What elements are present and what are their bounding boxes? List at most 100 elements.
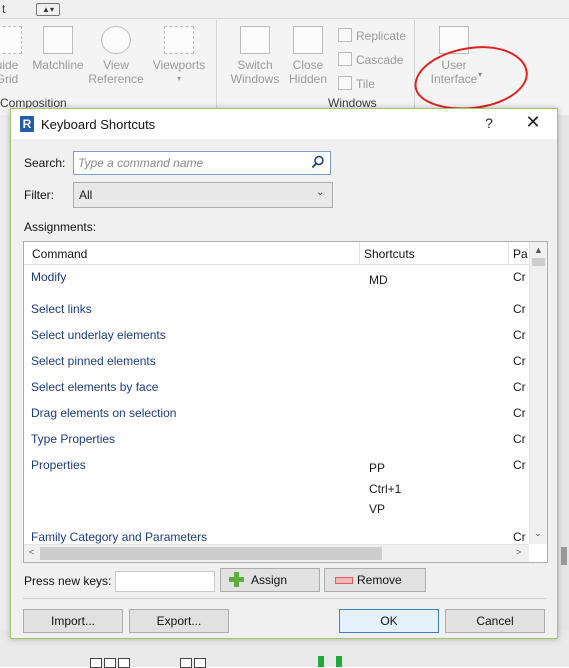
- table-row[interactable]: Type Properties Cr: [24, 432, 529, 458]
- search-input[interactable]: [78, 155, 306, 171]
- table-header: Command Shortcuts Pa: [24, 242, 529, 265]
- shortcut-cell: VP: [369, 502, 386, 516]
- import-button[interactable]: Import...: [23, 609, 123, 633]
- command-cell: Drag elements on selection: [31, 406, 177, 420]
- table-row[interactable]: Properties PP Ctrl+1 VP Cr: [24, 458, 529, 528]
- command-cell: Select elements by face: [31, 380, 159, 394]
- close-button[interactable]: ✕: [523, 112, 543, 133]
- divider: [23, 598, 546, 599]
- export-button[interactable]: Export...: [129, 609, 229, 633]
- path-cell: Cr: [513, 270, 526, 284]
- ribbon: t ▲▾ uide Grid Matchline View Reference …: [0, 0, 569, 115]
- shortcut-cell: Ctrl+1: [369, 482, 402, 496]
- close-hidden-button[interactable]: Close Hidden: [284, 26, 332, 86]
- column-divider[interactable]: [508, 242, 509, 264]
- cascade-icon: [338, 52, 352, 66]
- quick-access-dropdown[interactable]: ▲▾: [36, 3, 60, 16]
- horizontal-scrollbar[interactable]: < >: [24, 544, 529, 562]
- table-row[interactable]: Select pinned elements Cr: [24, 354, 529, 380]
- table-row[interactable]: Select links Cr: [24, 302, 529, 328]
- assign-label: Assign: [251, 573, 288, 587]
- command-cell: Select pinned elements: [31, 354, 156, 368]
- switch-windows-label: Switch Windows: [230, 58, 280, 86]
- path-cell: Cr: [513, 530, 526, 544]
- chevron-down-icon: ⌄: [316, 187, 325, 198]
- table-row[interactable]: Select elements by face Cr: [24, 380, 529, 406]
- revit-logo-icon: R: [20, 116, 34, 132]
- command-cell: Modify: [31, 270, 67, 284]
- tile-icon: [338, 76, 352, 90]
- guide-grid-label: uide Grid: [0, 58, 19, 86]
- cancel-button[interactable]: Cancel: [445, 609, 545, 633]
- dialog-titlebar[interactable]: R Keyboard Shortcuts ? ✕: [11, 109, 557, 139]
- ok-button[interactable]: OK: [339, 609, 439, 633]
- path-cell: Cr: [513, 458, 526, 472]
- remove-button[interactable]: Remove: [324, 568, 426, 592]
- assignments-table[interactable]: Command Shortcuts Pa Modify MD Cr Select…: [23, 241, 548, 563]
- path-cell: Cr: [513, 432, 526, 446]
- scroll-left-icon[interactable]: <: [29, 547, 34, 557]
- view-reference-icon: [101, 26, 131, 54]
- plus-icon: [229, 572, 244, 587]
- scroll-down-icon[interactable]: ⌄: [534, 528, 542, 539]
- scroll-right-icon[interactable]: >: [516, 547, 521, 557]
- tile-button[interactable]: Tile: [338, 76, 375, 91]
- command-cell: Family Category and Parameters: [31, 530, 208, 544]
- table-row[interactable]: Select underlay elements Cr: [24, 328, 529, 354]
- filter-label: Filter:: [24, 188, 54, 202]
- tab-fragment: t: [2, 2, 6, 16]
- new-keys-input[interactable]: [115, 571, 215, 592]
- cascade-label: Cascade: [356, 53, 404, 67]
- panel-divider: [414, 20, 415, 108]
- vertical-scrollbar[interactable]: ▲ ⌄: [529, 242, 547, 544]
- table-row[interactable]: Drag elements on selection Cr: [24, 406, 529, 432]
- matchline-label: Matchline: [32, 58, 84, 72]
- scrollbar-thumb[interactable]: [561, 547, 567, 565]
- path-cell: Cr: [513, 302, 526, 316]
- guide-grid-icon: [0, 26, 22, 54]
- close-hidden-icon: [293, 26, 323, 54]
- drawing-element: [336, 656, 342, 667]
- press-new-keys-label: Press new keys:: [24, 574, 112, 588]
- column-header-path[interactable]: Pa: [513, 247, 528, 261]
- command-cell: Select underlay elements: [31, 328, 166, 342]
- panel-divider: [216, 20, 217, 108]
- filter-select[interactable]: All ⌄: [73, 182, 333, 208]
- matchline-icon: [43, 26, 73, 54]
- guide-grid-button[interactable]: uide Grid: [0, 26, 24, 86]
- switch-windows-button[interactable]: Switch Windows: [226, 26, 284, 86]
- keyboard-shortcuts-dialog: R Keyboard Shortcuts ? ✕ Search: Filter:…: [10, 108, 558, 639]
- column-header-command[interactable]: Command: [32, 247, 87, 261]
- quick-access-bar: t ▲▾: [0, 0, 569, 19]
- help-button[interactable]: ?: [481, 115, 497, 131]
- assign-button[interactable]: Assign: [220, 568, 320, 592]
- replicate-button[interactable]: Replicate: [338, 28, 406, 43]
- scrollbar-thumb[interactable]: [532, 258, 545, 266]
- path-cell: Cr: [513, 380, 526, 394]
- path-cell: Cr: [513, 328, 526, 342]
- search-icon[interactable]: [311, 155, 325, 169]
- scroll-up-icon[interactable]: ▲: [534, 245, 543, 255]
- column-divider[interactable]: [359, 242, 360, 264]
- assignments-label: Assignments:: [24, 220, 97, 234]
- view-reference-button[interactable]: View Reference: [86, 26, 146, 86]
- scrollbar-thumb[interactable]: [40, 547, 382, 560]
- viewports-button[interactable]: Viewports ▾: [148, 26, 210, 86]
- replicate-label: Replicate: [356, 29, 407, 43]
- view-reference-label: View Reference: [88, 58, 144, 86]
- column-header-shortcuts[interactable]: Shortcuts: [364, 247, 415, 261]
- search-field[interactable]: [73, 151, 331, 175]
- table-row[interactable]: Family Category and Parameters Cr: [24, 530, 529, 544]
- drawing-element: [318, 656, 324, 667]
- table-row[interactable]: Modify MD Cr: [24, 270, 529, 300]
- viewports-label: Viewports: [152, 58, 206, 72]
- search-label: Search:: [24, 156, 66, 170]
- dialog-title: Keyboard Shortcuts: [41, 117, 156, 132]
- cascade-button[interactable]: Cascade: [338, 52, 403, 67]
- viewports-icon: [164, 26, 194, 54]
- matchline-button[interactable]: Matchline: [28, 26, 88, 72]
- command-cell: Select links: [31, 302, 92, 316]
- filter-value: All: [79, 188, 93, 202]
- chevron-down-icon: ▾: [176, 74, 181, 83]
- switch-windows-icon: [240, 26, 270, 54]
